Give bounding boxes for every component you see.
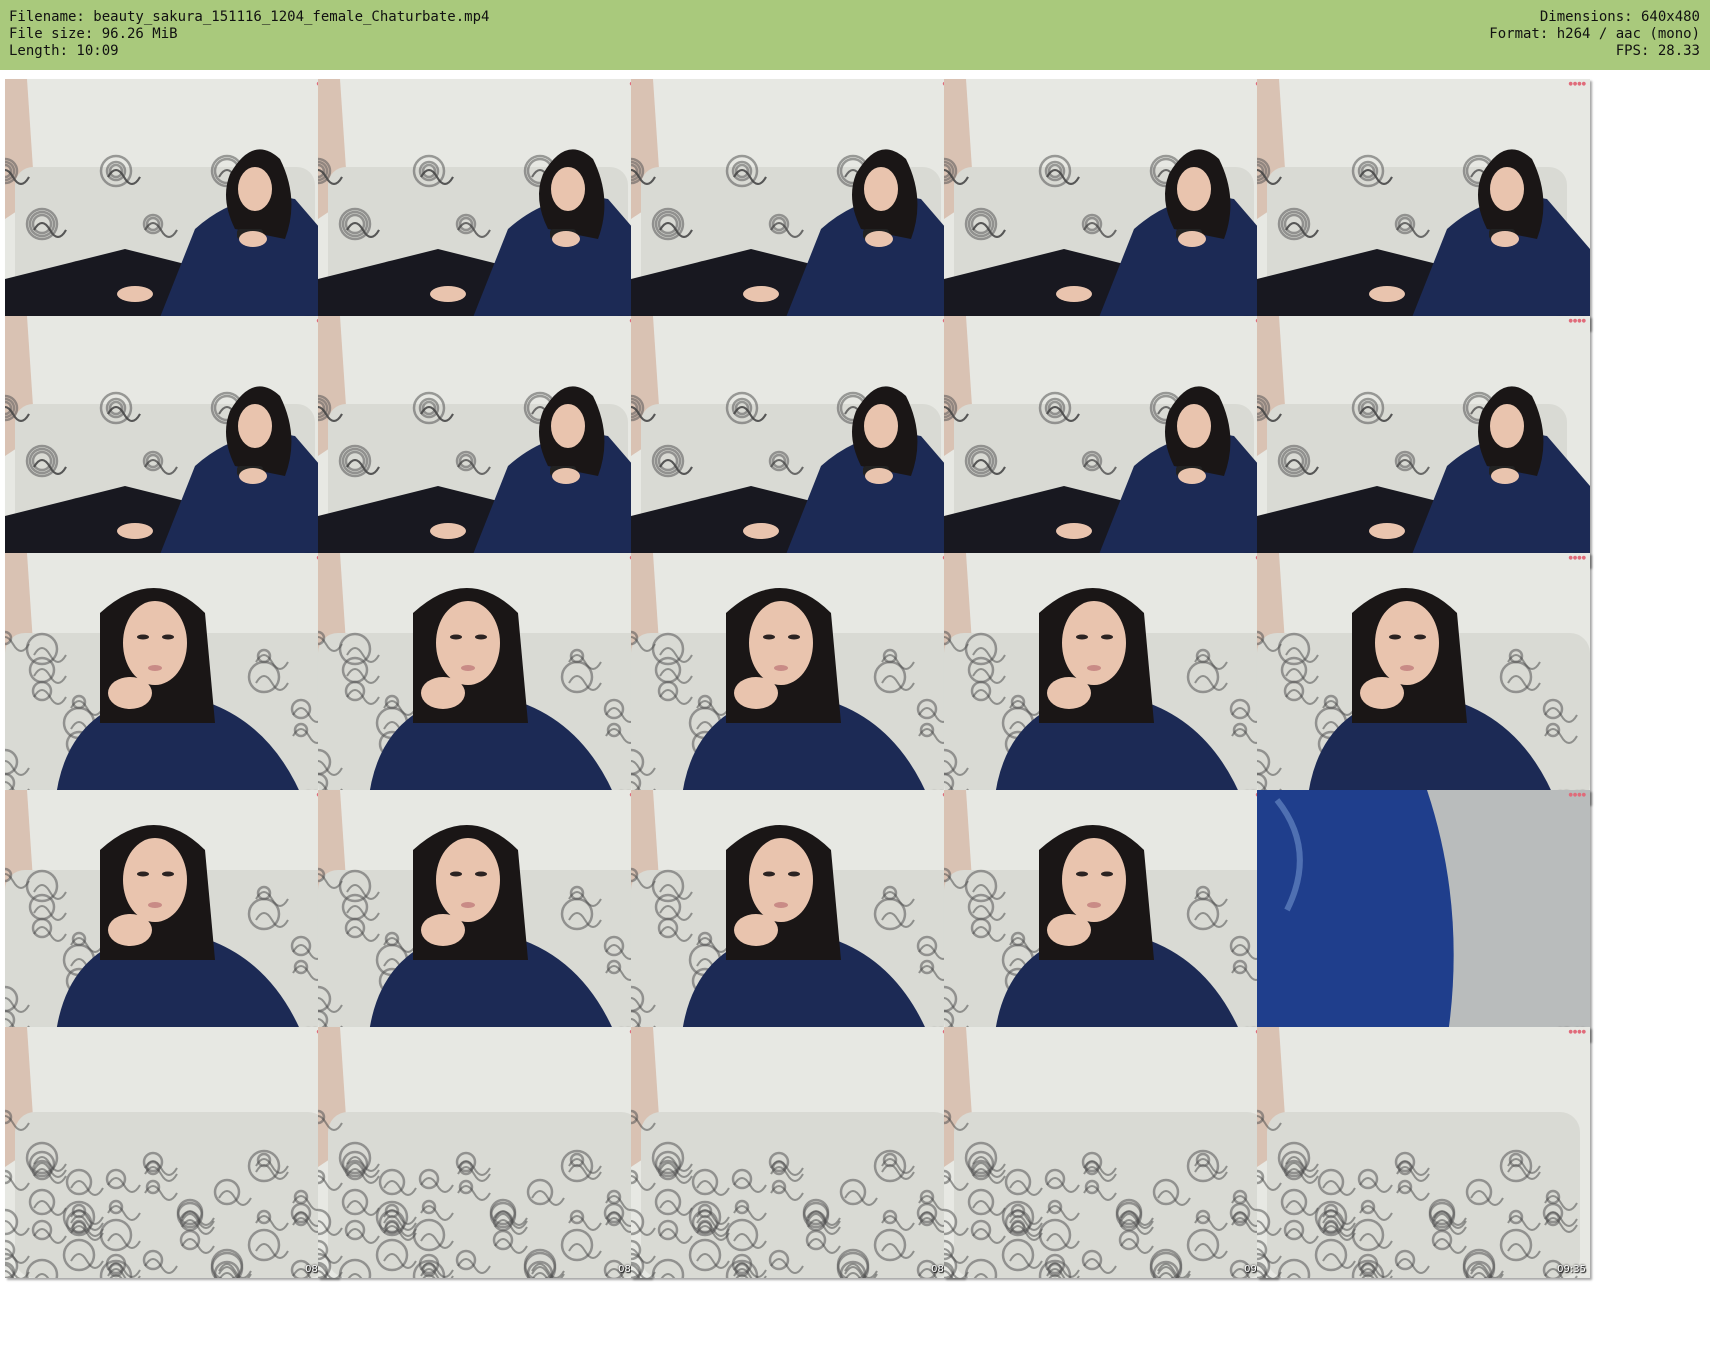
dimensions-text: Dimensions: 640x480: [1539, 9, 1700, 25]
video-frame-image: [944, 316, 1277, 567]
watermark: ●●●●: [1568, 81, 1586, 87]
video-frame-image: [318, 1027, 651, 1278]
video-frame-image: [1257, 316, 1590, 567]
watermark: ●●●●: [1568, 792, 1586, 798]
thumbnail[interactable]: 00:23●●●●: [5, 79, 338, 330]
video-frame-image: [5, 553, 338, 804]
video-frame-image: [631, 790, 964, 1041]
video-frame-image: [5, 79, 338, 330]
thumbnail[interactable]: 02:18●●●●: [5, 316, 338, 567]
thumbnail[interactable]: 08:49●●●●: [631, 1027, 964, 1278]
video-frame-image: [1257, 790, 1590, 1041]
video-frame-image: [1257, 79, 1590, 330]
video-frame-image: [318, 790, 651, 1041]
video-frame-image: [631, 1027, 964, 1278]
thumbnail[interactable]: 04:36●●●●: [318, 553, 651, 804]
video-frame-image: [631, 79, 964, 330]
info-header: Filename: beauty_sakura_151116_1204_fema…: [0, 0, 1710, 70]
thumbnail[interactable]: 03:50●●●●: [1257, 316, 1590, 567]
video-frame-image: [318, 316, 651, 567]
thumbnail[interactable]: 02:41●●●●: [318, 316, 651, 567]
thumbnail[interactable]: 01:32●●●●: [944, 79, 1277, 330]
thumbnail[interactable]: 03:04●●●●: [631, 316, 964, 567]
watermark: ●●●●: [1568, 555, 1586, 561]
video-frame-image: [631, 316, 964, 567]
thumbnail[interactable]: 08:03●●●●: [5, 1027, 338, 1278]
thumbnail[interactable]: 08:26●●●●: [318, 1027, 651, 1278]
thumbnail[interactable]: 07:40●●●●: [1257, 790, 1590, 1041]
video-frame-image: [318, 553, 651, 804]
watermark: ●●●●: [1568, 318, 1586, 324]
video-frame-image: [944, 1027, 1277, 1278]
thumbnail[interactable]: 06:08●●●●: [5, 790, 338, 1041]
file-info: Filename: beauty_sakura_151116_1204_fema…: [9, 9, 489, 60]
video-frame-image: [1257, 553, 1590, 804]
format-text: Format: h264 / aac (mono): [1489, 26, 1700, 42]
thumbnail[interactable]: 06:31●●●●: [318, 790, 651, 1041]
video-frame-image: [944, 790, 1277, 1041]
video-frame-image: [944, 553, 1277, 804]
timestamp-label: 09:35: [1557, 1264, 1586, 1275]
thumbnail[interactable]: 09:12●●●●: [944, 1027, 1277, 1278]
video-frame-image: [1257, 1027, 1590, 1278]
watermark: ●●●●: [1568, 1029, 1586, 1035]
video-frame-image: [5, 790, 338, 1041]
video-frame-image: [944, 79, 1277, 330]
video-frame-image: [631, 553, 964, 804]
thumbnail[interactable]: 03:27●●●●: [944, 316, 1277, 567]
media-info: Dimensions: 640x480 Format: h264 / aac (…: [1489, 9, 1700, 60]
thumbnail[interactable]: 01:09●●●●: [631, 79, 964, 330]
filename-text: Filename: beauty_sakura_151116_1204_fema…: [9, 9, 490, 25]
filesize-text: File size: 96.26 MiB: [9, 26, 178, 42]
fps-text: FPS: 28.33: [1615, 43, 1700, 59]
thumbnail[interactable]: 01:55●●●●: [1257, 79, 1590, 330]
video-frame-image: [318, 79, 651, 330]
thumbnail[interactable]: 00:46●●●●: [318, 79, 651, 330]
thumbnail[interactable]: 06:54●●●●: [631, 790, 964, 1041]
thumbnail[interactable]: 04:59●●●●: [631, 553, 964, 804]
thumbnail[interactable]: 09:35 ●●●●: [1257, 1027, 1590, 1278]
thumbnail[interactable]: 05:45●●●●: [1257, 553, 1590, 804]
thumbnail[interactable]: 07:17●●●●: [944, 790, 1277, 1041]
length-text: Length: 10:09: [9, 43, 119, 59]
video-frame-image: [5, 316, 338, 567]
thumbnail[interactable]: 04:13●●●●: [5, 553, 338, 804]
video-frame-image: [5, 1027, 338, 1278]
thumbnail-grid: 00:23●●●●00:46●●●●01:09●●●●01:32●●●●01:5…: [5, 79, 1707, 1367]
thumbnail[interactable]: 05:22●●●●: [944, 553, 1277, 804]
